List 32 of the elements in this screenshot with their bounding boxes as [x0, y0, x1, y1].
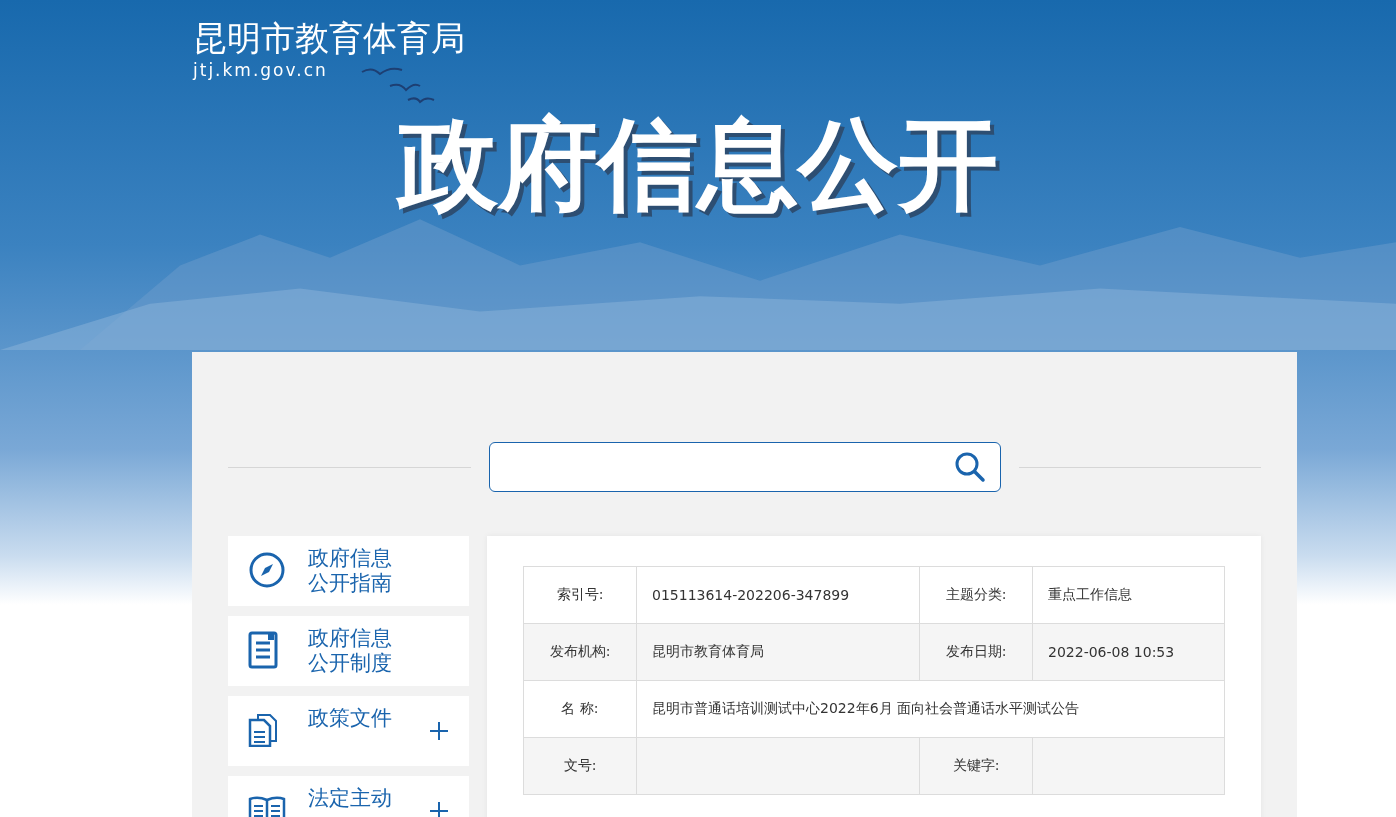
field-label: 文号: [523, 737, 637, 795]
field-value: 重点工作信息 [1048, 586, 1132, 602]
field-label: 发布日期: [919, 623, 1033, 681]
compass-icon [248, 551, 286, 589]
sidebar-label: 政策文件 [308, 706, 393, 731]
sidebar-label: 政府信息 [308, 546, 393, 571]
sidebar-label: 公开制度 [308, 651, 393, 676]
banner-title: 政府信息公开 [398, 110, 998, 220]
site-domain: jtj.km.gov.cn [193, 60, 328, 80]
sidebar-item[interactable]: 法定主动 [228, 776, 469, 817]
search-icon[interactable] [953, 451, 986, 483]
plus-icon[interactable] [429, 801, 449, 817]
field-label: 发布机构: [523, 623, 637, 681]
sidebar-item[interactable]: 政府信息 公开指南 [228, 536, 469, 606]
field-label: 主题分类: [919, 566, 1033, 624]
open-book-icon [248, 795, 286, 817]
sidebar-label: 法定主动 [308, 786, 393, 811]
field-label: 关键字: [919, 737, 1033, 795]
field-value: 昆明市普通话培训测试中心2022年6月 面向社会普通话水平测试公告 [652, 700, 1079, 716]
sidebar-label: 政府信息 [308, 626, 393, 651]
sidebar-item[interactable]: 政策文件 [228, 696, 469, 766]
field-value: 015113614-202206-347899 [652, 587, 850, 603]
sidebar-label: 公开指南 [308, 571, 393, 596]
field-label: 索引号: [523, 566, 637, 624]
plus-icon[interactable] [429, 721, 449, 741]
field-value: 2022-06-08 10:53 [1048, 644, 1175, 660]
site-title: 昆明市教育体育局 [193, 18, 465, 58]
document-icon [248, 631, 280, 669]
field-value: 昆明市教育体育局 [652, 643, 764, 659]
field-label: 名 称: [523, 680, 637, 738]
search-field[interactable] [488, 442, 1001, 492]
sidebar-item[interactable]: 政府信息 公开制度 [228, 616, 469, 686]
